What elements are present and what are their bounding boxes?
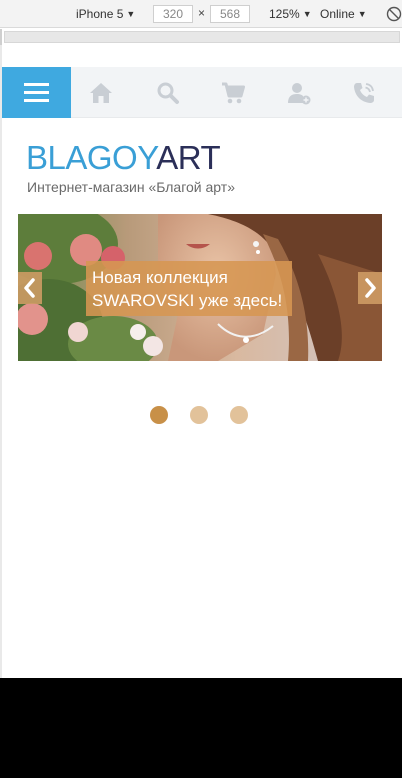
promo-banner-slide[interactable]: Новая коллекция SWAROVSKI уже здесь!	[18, 214, 382, 361]
phone-icon[interactable]	[351, 80, 377, 106]
chevron-down-icon: ▼	[357, 9, 367, 19]
rotate-icon[interactable]	[386, 6, 402, 22]
logo-part-art: ART	[156, 139, 221, 176]
dimension-separator: ×	[198, 6, 206, 20]
outside-viewport-area	[0, 678, 402, 778]
menu-icon-bar	[24, 91, 49, 94]
banner-caption: Новая коллекция SWAROVSKI уже здесь!	[86, 261, 292, 316]
width-input[interactable]: 320	[153, 5, 193, 23]
media-query-ruler	[0, 29, 402, 45]
height-input[interactable]: 568	[210, 5, 250, 23]
chevron-left-icon	[24, 278, 35, 298]
network-label: Online	[320, 7, 355, 21]
banner-caption-line1: Новая коллекция	[92, 268, 228, 287]
site-logo[interactable]: BLAGOYART	[26, 138, 266, 178]
device-select[interactable]: iPhone 5 ▼	[76, 6, 135, 22]
home-icon[interactable]	[88, 80, 114, 106]
menu-icon-bar	[24, 99, 49, 102]
viewport-gap	[0, 45, 402, 67]
slider-dot-2[interactable]	[190, 406, 208, 424]
viewport-edge	[0, 45, 2, 678]
menu-icon	[24, 83, 49, 86]
slider-prev-button[interactable]	[18, 272, 42, 304]
banner-caption-line2: SWAROVSKI уже здесь!	[92, 291, 283, 310]
chevron-right-icon	[365, 278, 376, 298]
zoom-label: 125%	[269, 7, 300, 21]
chevron-down-icon: ▼	[302, 9, 312, 19]
zoom-select[interactable]: 125% ▼	[269, 6, 312, 22]
slider-dot-3[interactable]	[230, 406, 248, 424]
user-add-icon[interactable]	[286, 80, 312, 106]
chevron-down-icon: ▼	[126, 9, 136, 19]
search-icon[interactable]	[155, 80, 181, 106]
slider-next-button[interactable]	[358, 272, 382, 304]
ruler-bar	[4, 31, 400, 43]
site-tagline: Интернет-магазин «Благой арт»	[27, 179, 235, 195]
cart-icon[interactable]	[220, 80, 246, 106]
menu-button[interactable]	[2, 67, 71, 118]
network-select[interactable]: Online ▼	[320, 6, 367, 22]
slider-dot-1[interactable]	[150, 406, 168, 424]
devtools-device-toolbar: iPhone 5 ▼ 320 × 568 125% ▼ Online ▼	[0, 0, 402, 28]
logo-part-blagoy: BLAGOY	[26, 139, 157, 176]
site-nav-bar	[2, 67, 402, 118]
ruler-mark	[0, 29, 2, 45]
device-label: iPhone 5	[76, 7, 124, 21]
